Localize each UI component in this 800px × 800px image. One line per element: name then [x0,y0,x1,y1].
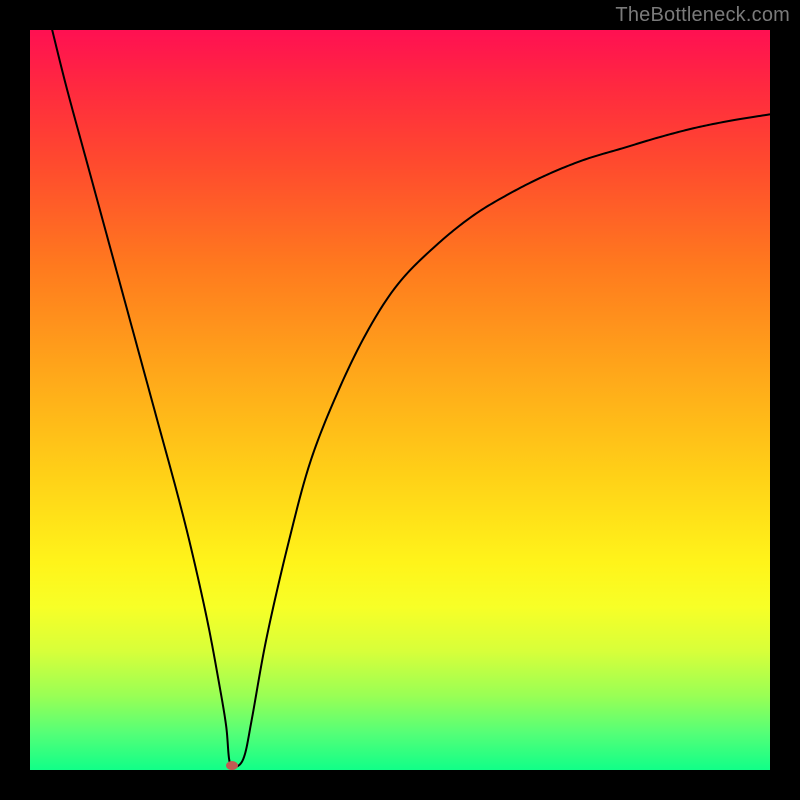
curve-path [52,30,770,768]
chart-svg [30,30,770,770]
chart-curve [52,30,770,768]
chart-marker [226,761,238,770]
min-marker [226,761,238,770]
attribution-text: TheBottleneck.com [615,4,790,27]
chart-plot-area [30,30,770,770]
chart-frame: TheBottleneck.com [0,0,800,800]
